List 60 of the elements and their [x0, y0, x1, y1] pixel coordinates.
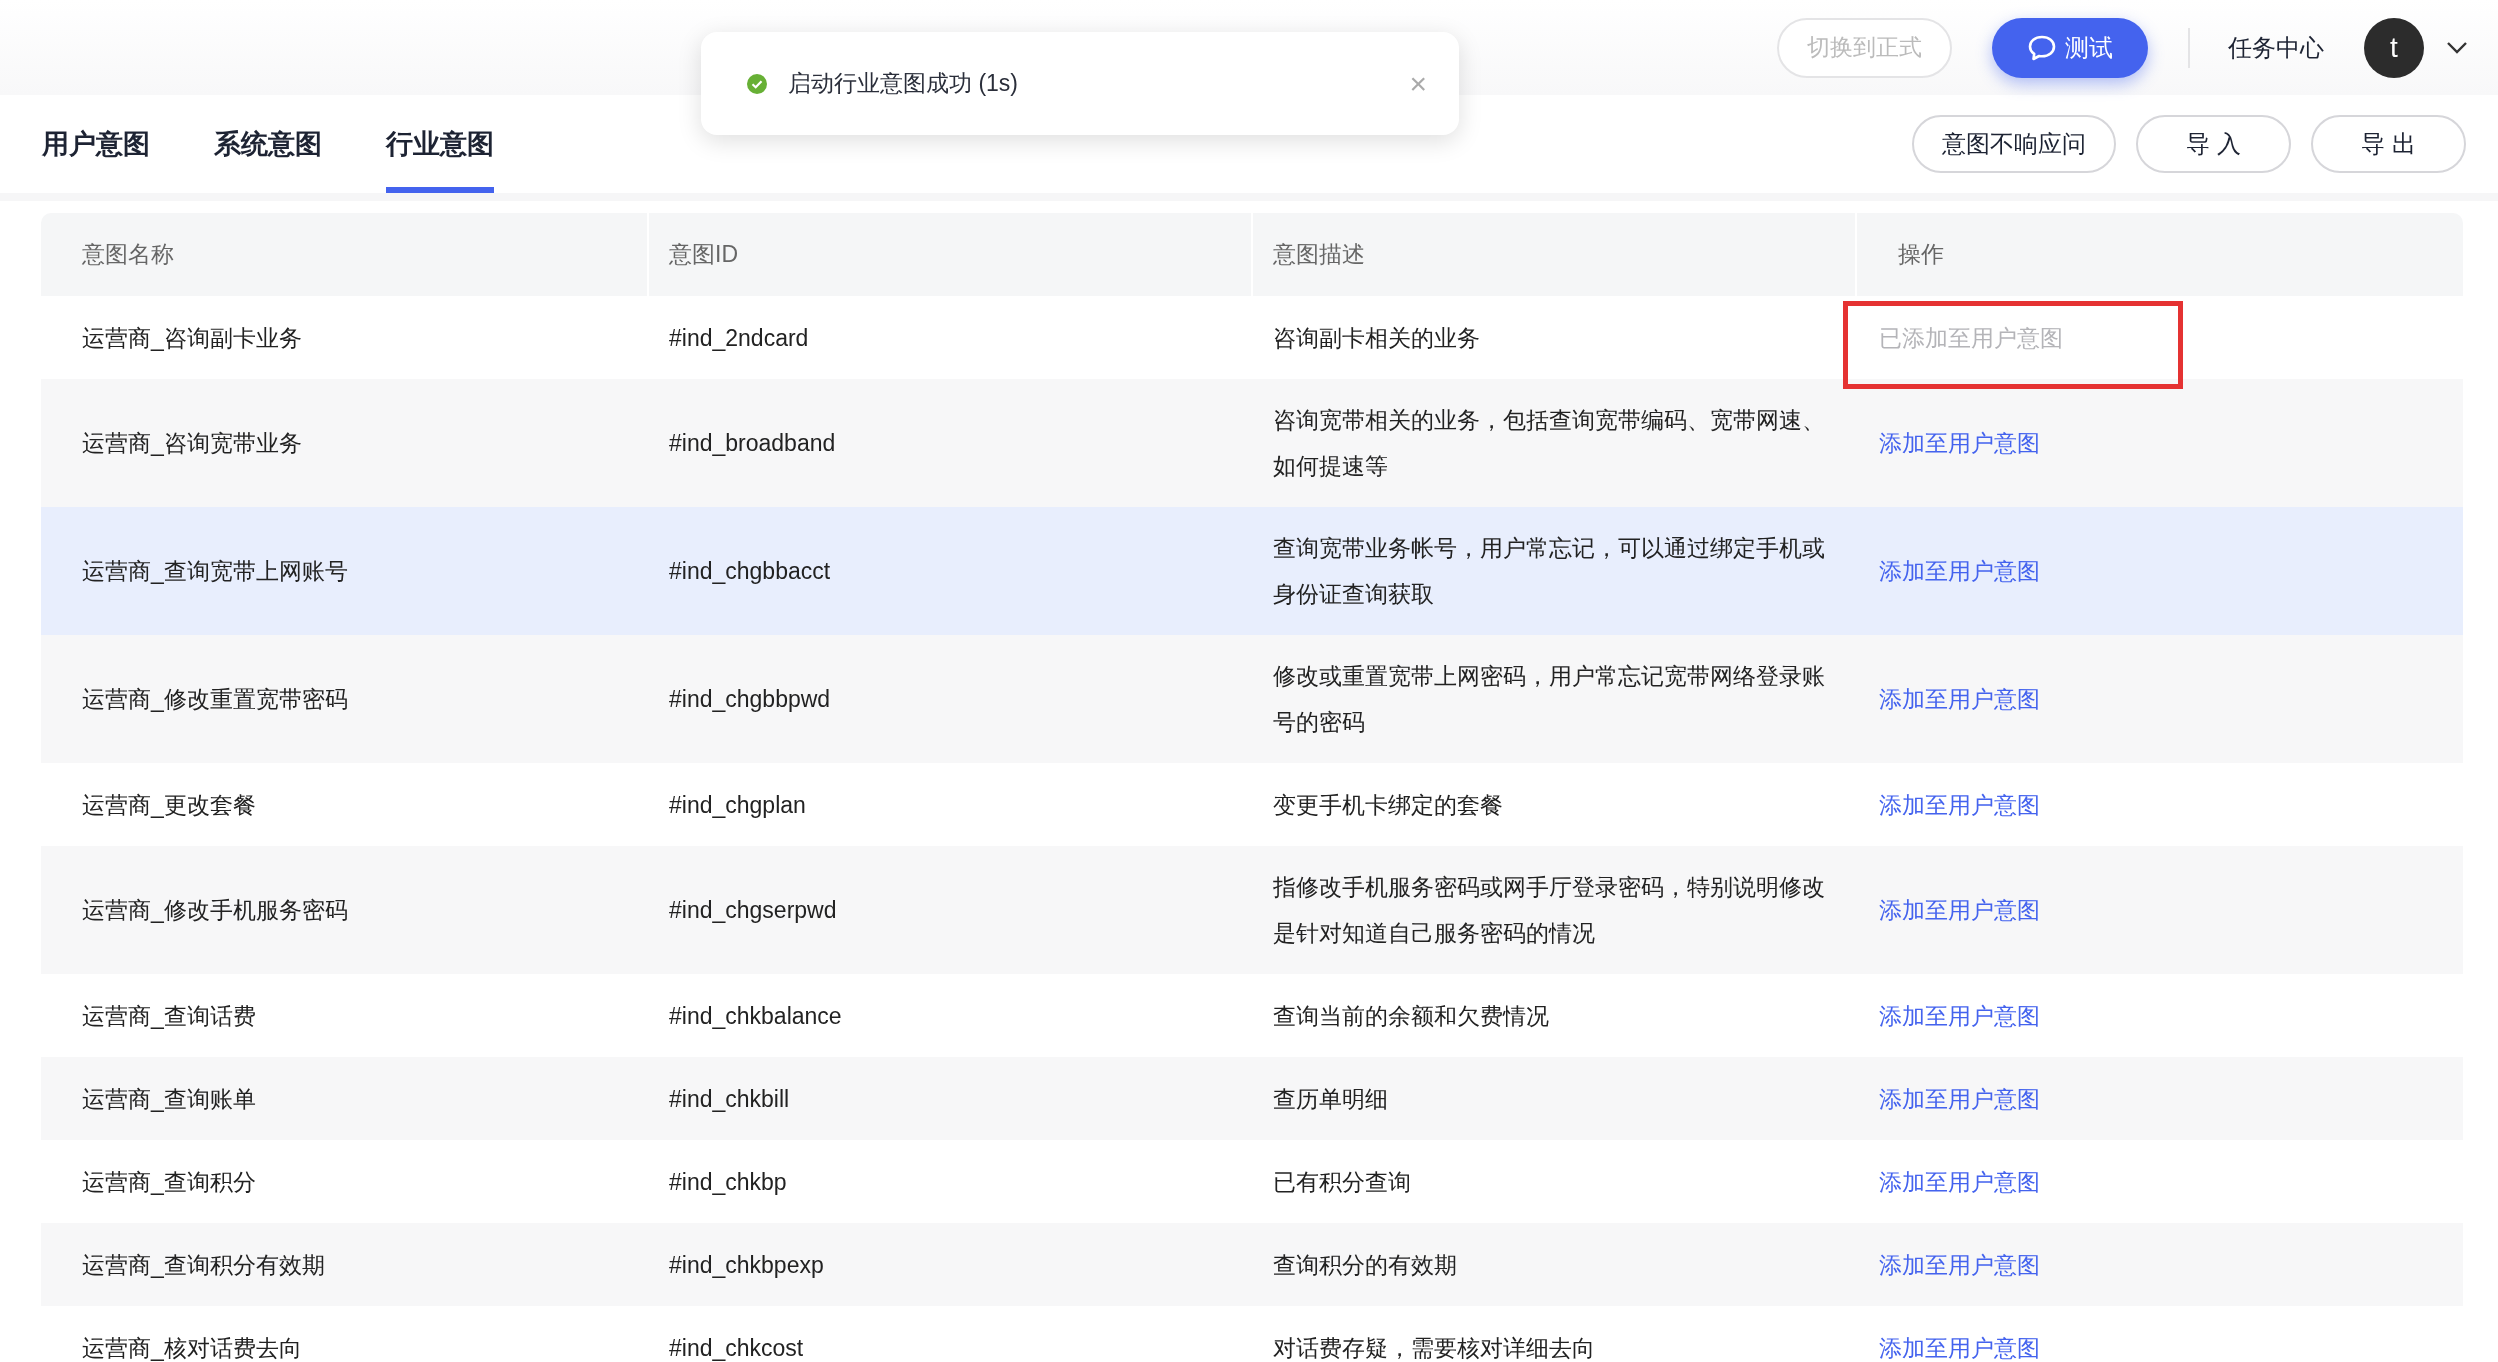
column-header: 意图名称	[41, 213, 649, 296]
intent-name-cell-text: 运营商_查询积分有效期	[81, 1250, 326, 1280]
intent-id-cell-text: #ind_2ndcard	[668, 323, 810, 353]
intent-id-cell-text: #ind_chgbbacct	[668, 557, 832, 586]
intent-id-cell-text: #ind_chgplan	[668, 790, 807, 820]
intent-description-cell-text: 查询宽带业务帐号，用户常忘记，可以通过绑定手机或身份证查询获取	[1272, 534, 1826, 609]
test-button[interactable]: 测试	[1992, 17, 2148, 78]
intent-description-cell-text: 咨询宽带相关的业务，包括查询宽带编码、宽带网速、如何提速等	[1272, 406, 1826, 481]
check-circle-icon	[746, 72, 768, 95]
chat-bubble-icon	[2027, 33, 2057, 62]
chevron-down-icon[interactable]	[2446, 40, 2468, 55]
toast-message: 启动行业意图成功 (1s)	[788, 69, 1019, 98]
intent-name-cell-text: 运营商_更改套餐	[81, 790, 257, 820]
intent-id-cell-text: #ind_chkcost	[668, 1333, 805, 1362]
intent-description-cell-text: 修改或重置宽带上网密码，用户常忘记宽带网络登录账号的密码	[1272, 662, 1826, 737]
add-to-user-intent-link[interactable]: 添加至用户意图	[1879, 897, 2040, 923]
intent-name-cell-text: 运营商_核对话费去向	[81, 1333, 303, 1362]
intent-id-cell-text: #ind_chkbill	[668, 1084, 791, 1114]
add-to-user-intent-link[interactable]: 添加至用户意图	[1879, 1085, 2040, 1112]
intent-name-cell-text: 运营商_修改重置宽带密码	[81, 685, 349, 714]
intent-id-cell-text: #ind_chkbpexp	[668, 1250, 825, 1280]
intent-name-cell-text: 运营商_咨询副卡业务	[81, 323, 303, 353]
toolbar-button[interactable]: 导 出	[2311, 115, 2466, 173]
intent-description-cell-text: 变更手机卡绑定的套餐	[1272, 790, 1504, 820]
add-to-user-intent-link[interactable]: 添加至用户意图	[1879, 430, 2040, 456]
intent-id-cell-text: #ind_chkbp	[668, 1167, 788, 1197]
intent-name-cell-text: 运营商_查询账单	[81, 1084, 257, 1114]
intent-description-cell-text: 咨询副卡相关的业务	[1272, 323, 1481, 353]
column-header: 意图描述	[1253, 213, 1857, 296]
intent-name-cell-text: 运营商_查询话费	[81, 1001, 257, 1031]
toolbar-button[interactable]: 意图不响应问	[1912, 115, 2116, 173]
column-header: 操作	[1897, 240, 1945, 269]
intent-name-cell-text: 运营商_查询积分	[81, 1167, 257, 1197]
user-avatar[interactable]: t	[2364, 17, 2424, 78]
intent-id-cell-text: #ind_chgserpwd	[668, 896, 838, 925]
intent-id-cell-text: #ind_chkbalance	[668, 1001, 843, 1031]
intent-name-cell-text: 运营商_查询宽带上网账号	[81, 557, 349, 586]
tab[interactable]: 用户意图	[42, 95, 150, 193]
tab[interactable]: 行业意图	[386, 95, 494, 193]
add-to-user-intent-link[interactable]: 添加至用户意图	[1879, 1334, 2040, 1361]
intent-description-cell-text: 查询当前的余额和欠费情况	[1272, 1001, 1550, 1031]
add-to-user-intent-link[interactable]: 添加至用户意图	[1879, 1251, 2040, 1278]
intent-description-cell-text: 已有积分查询	[1272, 1167, 1412, 1197]
intent-name-cell-text: 运营商_咨询宽带业务	[81, 429, 303, 458]
add-to-user-intent-link[interactable]: 添加至用户意图	[1879, 791, 2040, 818]
add-to-user-intent-link[interactable]: 添加至用户意图	[1879, 558, 2040, 584]
add-to-user-intent-link[interactable]: 添加至用户意图	[1879, 686, 2040, 712]
intent-description-cell-text: 查询积分的有效期	[1272, 1250, 1458, 1280]
intent-description-cell-text: 指修改手机服务密码或网手厅登录密码，特别说明修改是针对知道自己服务密码的情况	[1272, 873, 1826, 948]
tab[interactable]: 系统意图	[214, 95, 322, 193]
task-center-link[interactable]: 任务中心	[2228, 31, 2324, 64]
toolbar-button[interactable]: 导 入	[2136, 115, 2291, 173]
intent-description-cell-text: 对话费存疑，需要核对详细去向	[1272, 1333, 1596, 1362]
intent-id-cell-text: #ind_broadband	[668, 429, 837, 458]
intent-id-cell-text: #ind_chgbbpwd	[668, 685, 832, 714]
intent-name-cell-text: 运营商_修改手机服务密码	[81, 896, 349, 925]
column-header: 意图ID	[649, 213, 1253, 296]
intent-description-cell-text: 查历单明细	[1272, 1084, 1389, 1114]
add-to-user-intent-link[interactable]: 添加至用户意图	[1879, 1002, 2040, 1029]
add-to-user-intent-link[interactable]: 添加至用户意图	[1879, 1168, 2040, 1195]
